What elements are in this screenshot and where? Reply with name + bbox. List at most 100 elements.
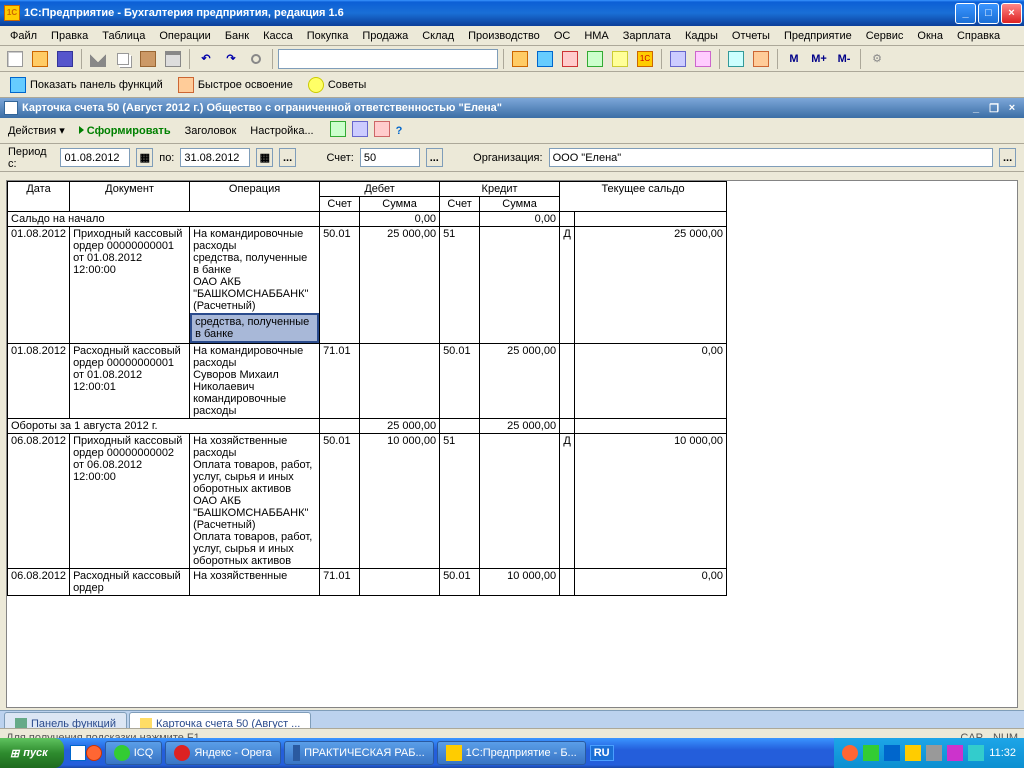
undo-button[interactable]: ↶	[195, 48, 217, 70]
quicklaunch-icon[interactable]	[86, 745, 102, 761]
tips-button[interactable]: Советы	[302, 74, 372, 96]
start-balance-row[interactable]: Сальдо на начало 0,00 0,00	[8, 212, 727, 227]
menu-bank[interactable]: Банк	[219, 28, 255, 44]
menu-salary[interactable]: Зарплата	[617, 28, 677, 44]
menu-staff[interactable]: Кадры	[679, 28, 724, 44]
icq-icon	[114, 745, 130, 761]
org-input[interactable]	[549, 148, 994, 167]
doc-close-button[interactable]: ×	[1004, 101, 1020, 115]
menu-reports[interactable]: Отчеты	[726, 28, 776, 44]
table-row[interactable]: 01.08.2012 Приходный кассовый ордер 0000…	[8, 227, 727, 344]
table-row[interactable]: 01.08.2012 Расходный кассовый ордер 0000…	[8, 344, 727, 419]
search-combo[interactable]	[278, 49, 498, 69]
taskbar-item-icq[interactable]: ICQ	[105, 741, 163, 765]
period-to-input[interactable]	[180, 148, 250, 167]
actions-menu[interactable]: Действия ▾	[4, 122, 69, 139]
selected-cell[interactable]: средства, полученные в банке	[190, 313, 319, 343]
account-input[interactable]	[360, 148, 420, 167]
col-credit-acc: Счет	[440, 197, 480, 212]
save-button[interactable]	[54, 48, 76, 70]
tray-icon[interactable]	[947, 745, 963, 761]
act-help-button[interactable]: ?	[396, 125, 403, 137]
tray-icon[interactable]	[968, 745, 984, 761]
menu-enterprise[interactable]: Предприятие	[778, 28, 858, 44]
account-label: Счет:	[326, 152, 353, 164]
menu-os[interactable]: ОС	[548, 28, 577, 44]
generate-button[interactable]: Сформировать	[75, 123, 175, 139]
period-from-input[interactable]	[60, 148, 130, 167]
tb-icon-7[interactable]	[692, 48, 714, 70]
tray-icon[interactable]	[926, 745, 942, 761]
settings-button[interactable]: Настройка...	[246, 123, 317, 139]
ledger-scroll[interactable]: Дата Документ Операция Дебет Кредит Теку…	[6, 180, 1018, 708]
period-from-calendar-icon[interactable]: ▦	[136, 148, 153, 167]
menu-windows[interactable]: Окна	[911, 28, 949, 44]
taskbar-item-opera[interactable]: Яндекс - Opera	[165, 741, 280, 765]
tray-icon[interactable]	[884, 745, 900, 761]
language-indicator[interactable]: RU	[590, 745, 614, 761]
menu-nma[interactable]: НМА	[578, 28, 614, 44]
tb-icon-1c[interactable]: 1C	[634, 48, 656, 70]
new-button[interactable]	[4, 48, 26, 70]
quicklaunch-icon[interactable]	[70, 745, 86, 761]
period-select-button[interactable]: ...	[279, 148, 296, 167]
start-button[interactable]: ⊞ пуск	[0, 738, 64, 768]
find-button[interactable]	[245, 48, 267, 70]
menu-service[interactable]: Сервис	[860, 28, 910, 44]
menu-edit[interactable]: Правка	[45, 28, 94, 44]
tray-icon[interactable]	[842, 745, 858, 761]
act-icon-2[interactable]	[352, 121, 368, 140]
doc-minimize-button[interactable]: _	[968, 101, 984, 115]
menu-production[interactable]: Производство	[462, 28, 546, 44]
taskbar-item-1c[interactable]: 1С:Предприятие - Б...	[437, 741, 586, 765]
copy-button[interactable]	[112, 48, 134, 70]
tb-icon-6[interactable]	[667, 48, 689, 70]
show-panel-button[interactable]: Показать панель функций	[4, 74, 169, 96]
tray-icon[interactable]	[863, 745, 879, 761]
tb-icon-4[interactable]	[584, 48, 606, 70]
tools-button[interactable]: ⚙	[866, 48, 888, 70]
doc-restore-button[interactable]: ❐	[986, 101, 1002, 115]
close-button[interactable]: ×	[1001, 3, 1022, 24]
menu-table[interactable]: Таблица	[96, 28, 151, 44]
m-button[interactable]: M	[783, 48, 805, 70]
menu-sale[interactable]: Продажа	[356, 28, 414, 44]
tb-icon-3[interactable]	[559, 48, 581, 70]
menu-help[interactable]: Справка	[951, 28, 1006, 44]
menu-operations[interactable]: Операции	[153, 28, 216, 44]
table-row[interactable]: 06.08.2012 Расходный кассовый ордер На х…	[8, 569, 727, 596]
m-minus-button[interactable]: M-	[833, 48, 855, 70]
org-select-button[interactable]: ...	[999, 148, 1016, 167]
org-label: Организация:	[473, 152, 542, 164]
m-plus-button[interactable]: M+	[808, 48, 830, 70]
period-to-calendar-icon[interactable]: ▦	[256, 148, 273, 167]
menu-purchase[interactable]: Покупка	[301, 28, 355, 44]
ledger-table: Дата Документ Операция Дебет Кредит Теку…	[7, 181, 727, 596]
menu-file[interactable]: Файл	[4, 28, 43, 44]
act-icon-1[interactable]	[330, 121, 346, 140]
act-icon-3[interactable]	[374, 121, 390, 140]
paste-button[interactable]	[137, 48, 159, 70]
taskbar-item-word[interactable]: ПРАКТИЧЕСКАЯ РАБ...	[284, 741, 434, 765]
open-button[interactable]	[29, 48, 51, 70]
tb-icon-5[interactable]	[609, 48, 631, 70]
fast-learn-button[interactable]: Быстрое освоение	[172, 74, 299, 96]
minimize-button[interactable]: _	[955, 3, 976, 24]
header-button[interactable]: Заголовок	[181, 123, 241, 139]
tb-icon-8[interactable]	[725, 48, 747, 70]
tray-icon[interactable]	[905, 745, 921, 761]
print-button[interactable]	[162, 48, 184, 70]
tb-icon-9[interactable]	[750, 48, 772, 70]
menu-cash[interactable]: Касса	[257, 28, 299, 44]
tb-icon-2[interactable]	[534, 48, 556, 70]
person-icon	[178, 77, 194, 93]
cut-button[interactable]	[87, 48, 109, 70]
table-row[interactable]: 06.08.2012 Приходный кассовый ордер 0000…	[8, 434, 727, 569]
redo-button[interactable]: ↷	[220, 48, 242, 70]
account-select-button[interactable]: ...	[426, 148, 443, 167]
menu-warehouse[interactable]: Склад	[416, 28, 460, 44]
maximize-button[interactable]: □	[978, 3, 999, 24]
clock[interactable]: 11:32	[989, 747, 1016, 759]
tb-icon-1[interactable]	[509, 48, 531, 70]
turnover-row[interactable]: Обороты за 1 августа 2012 г. 25 000,00 2…	[8, 419, 727, 434]
